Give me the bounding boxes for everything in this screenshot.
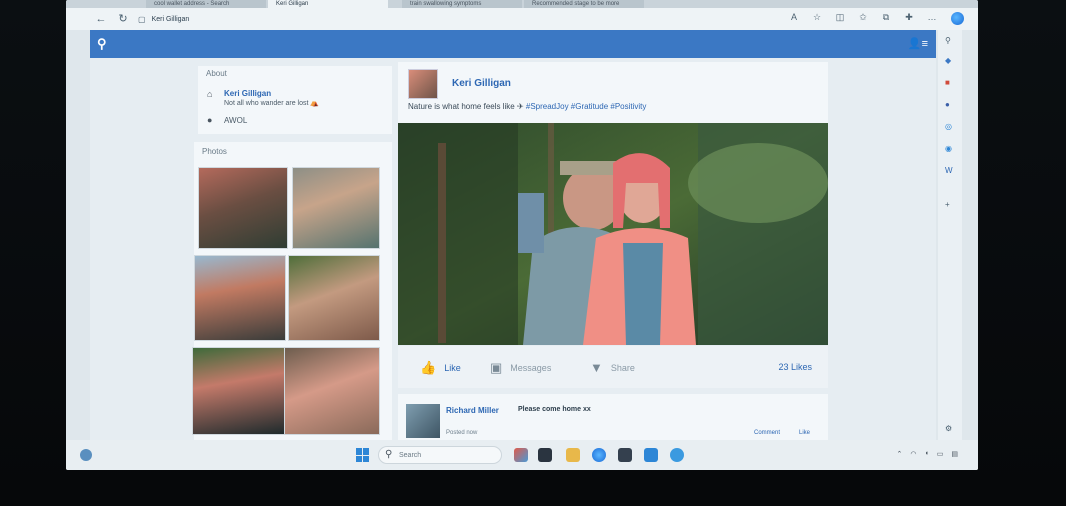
browser-sidebar: ⚲ ◆ ■ ● ◎ ◉ W + ⚙ (938, 30, 962, 440)
photos-panel: Photos (192, 142, 392, 440)
taskbar-task-view-icon[interactable] (538, 448, 552, 462)
photo-thumbnail[interactable] (198, 167, 288, 249)
sidebar-tools-icon[interactable]: ■ (945, 78, 950, 87)
post-text: Nature is what home feels like ✈ #Spread… (408, 102, 647, 111)
tray-chevron-icon[interactable]: ⌃ (897, 450, 903, 458)
profile-menu-icon[interactable]: 👤≡ (908, 37, 928, 50)
sidebar-outlook-icon[interactable]: ◉ (945, 144, 952, 153)
about-motto: Not all who wander are lost ⛺ (224, 100, 320, 107)
photo-thumbnail[interactable] (284, 347, 380, 435)
split-screen-icon[interactable]: ◫ (834, 12, 846, 23)
comment-reply-link[interactable]: Comment (754, 430, 780, 436)
browser-tab-search[interactable]: cool wallet address - Search (146, 0, 266, 8)
site-header: ⚲ 👤≡ (90, 30, 936, 58)
copilot-icon[interactable] (951, 12, 964, 25)
collections-icon[interactable]: ⧉ (880, 12, 892, 23)
browser-tab-profile[interactable]: Keri Gilligan (268, 0, 388, 8)
comment-item: Richard Miller Please come home xx Poste… (398, 394, 828, 440)
taskbar-copilot-icon[interactable] (514, 448, 528, 462)
thumbs-up-icon: 👍 (420, 360, 437, 375)
url-field[interactable]: Keri Gilligan (152, 16, 190, 23)
address-bar: ← ↻ ▢ Keri Gilligan A ☆ ◫ ✩ ⧉ ✚ … (66, 8, 978, 30)
profile-page: About ⌂ Keri Gilligan Not all who wander… (90, 58, 936, 440)
sidebar-settings-icon[interactable]: ⚙ (945, 424, 952, 433)
taskbar-file-explorer-icon[interactable] (566, 448, 580, 462)
sidebar-games-icon[interactable]: ◎ (945, 122, 952, 131)
taskbar-edge-icon[interactable] (592, 448, 606, 462)
comment-author-avatar[interactable] (406, 404, 440, 438)
sidebar-shopping-icon[interactable]: ◆ (945, 56, 951, 65)
post-photo[interactable] (398, 123, 828, 345)
taskbar-help-icon[interactable] (670, 448, 684, 462)
back-arrow-icon[interactable]: ← (94, 12, 108, 26)
address-bar-icons: A ☆ ◫ ✩ ⧉ ✚ … (788, 12, 938, 23)
browser-tab-strip: cool wallet address - Search Keri Gillig… (66, 0, 978, 8)
like-button[interactable]: 👍 Like (420, 360, 461, 376)
taskbar: ⚲ Search ⌃ ◠ ◖ ▭ ▤ (66, 440, 978, 470)
share-arrow-icon: ▼ (590, 360, 603, 375)
notification-icon[interactable]: ▤ (951, 450, 958, 458)
photo-thumbnail[interactable] (288, 255, 380, 341)
start-button[interactable] (356, 448, 370, 462)
sidebar-people-icon[interactable]: ● (945, 100, 950, 109)
share-button[interactable]: ▼ Share (590, 360, 635, 375)
browser-tab-symptoms[interactable]: train swallowing symptoms (402, 0, 522, 8)
favorites-icon[interactable]: ✩ (857, 12, 869, 23)
system-tray: ⌃ ◠ ◖ ▭ ▤ (897, 450, 958, 458)
photo-thumbnail[interactable] (292, 167, 380, 249)
messages-button[interactable]: ▣ Messages (490, 360, 551, 376)
home-icon: ⌂ (207, 89, 213, 99)
about-panel: About ⌂ Keri Gilligan Not all who wander… (198, 66, 392, 134)
photos-title: Photos (202, 147, 227, 156)
weather-widget-icon[interactable] (80, 449, 92, 461)
extensions-icon[interactable]: ✚ (903, 12, 915, 23)
sidebar-add-icon[interactable]: + (945, 200, 950, 209)
read-aloud-icon[interactable]: A (788, 12, 800, 23)
location-pin-icon: ● (207, 115, 213, 125)
about-title: About (206, 69, 227, 78)
sidebar-search-icon[interactable]: ⚲ (945, 36, 951, 45)
photo-thumbnail[interactable] (192, 347, 286, 435)
post-hashtags[interactable]: #SpreadJoy #Gratitude #Positivity (526, 102, 647, 111)
comment-text: Please come home xx (518, 406, 591, 413)
wifi-icon[interactable]: ◠ (910, 450, 916, 458)
search-icon[interactable]: ⚲ (97, 36, 107, 52)
comment-like-link[interactable]: Like (799, 430, 810, 436)
browser-tab-recommended[interactable]: Recommended stage to be more (524, 0, 644, 8)
refresh-icon[interactable]: ↻ (116, 12, 130, 26)
about-location: AWOL (224, 116, 248, 125)
taskbar-store-icon[interactable] (618, 448, 632, 462)
likes-count[interactable]: 23 Likes (778, 362, 812, 372)
taskbar-search-icon: ⚲ (385, 449, 393, 460)
battery-icon[interactable]: ▭ (937, 450, 944, 458)
post-actions-bar: 👍 Like ▣ Messages ▼ Share 23 Likes (398, 346, 828, 388)
comment-timestamp: Posted now (446, 430, 478, 436)
post-card: Keri Gilligan Nature is what home feels … (398, 62, 828, 345)
post-author-avatar[interactable] (408, 69, 438, 99)
site-info-icon[interactable]: ▢ (138, 15, 146, 24)
favorite-star-icon[interactable]: ☆ (811, 12, 823, 23)
chat-bubble-icon: ▣ (490, 360, 503, 375)
sidebar-word-icon[interactable]: W (945, 166, 953, 175)
taskbar-search[interactable]: ⚲ Search (378, 446, 502, 464)
post-photo-image (398, 123, 828, 345)
comment-author[interactable]: Richard Miller (446, 406, 499, 415)
photo-thumbnail[interactable] (194, 255, 286, 341)
screen: cool wallet address - Search Keri Gillig… (66, 0, 978, 470)
post-author[interactable]: Keri Gilligan (452, 78, 511, 89)
about-name[interactable]: Keri Gilligan (224, 89, 271, 98)
taskbar-mail-icon[interactable] (644, 448, 658, 462)
volume-icon[interactable]: ◖ (925, 450, 929, 458)
more-options-icon[interactable]: … (926, 12, 938, 23)
